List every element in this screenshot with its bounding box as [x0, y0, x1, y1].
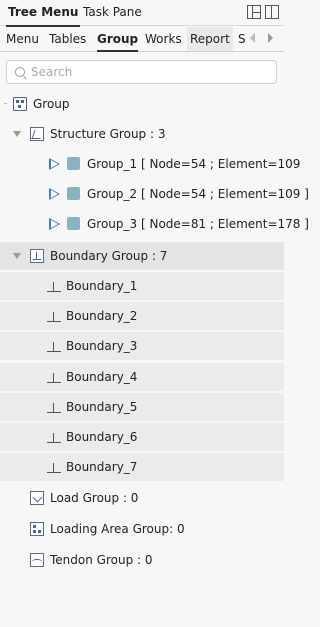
color-swatch: [67, 217, 80, 230]
search-icon: [15, 67, 25, 77]
scroll-left-icon[interactable]: [250, 33, 255, 43]
layout-icon[interactable]: [247, 5, 261, 19]
boundary-icon: [47, 370, 61, 384]
color-swatch: [67, 187, 80, 200]
group-icon: [13, 97, 27, 111]
tab-task-pane[interactable]: Task Pane: [83, 0, 142, 25]
tree-label: Boundary_6: [66, 430, 138, 444]
tree-label: Tendon Group : 0: [50, 553, 153, 567]
sub-tab-bar: Menu Tables Group Works Report S: [0, 27, 284, 52]
color-swatch: [67, 157, 80, 170]
tab-group[interactable]: Group: [97, 27, 139, 52]
tab-menu[interactable]: Menu: [6, 27, 39, 51]
tree-node-boundary-2[interactable]: Boundary_2: [0, 302, 284, 330]
tree-node-loading-area-group[interactable]: Loading Area Group: 0: [0, 515, 284, 543]
tree-label: Boundary Group : 7: [50, 249, 168, 263]
search-input[interactable]: [31, 63, 271, 81]
tree-label: Group: [33, 97, 70, 111]
tree-node-tendon-group[interactable]: Tendon Group : 0: [0, 546, 284, 574]
tree-node-boundary-5[interactable]: Boundary_5: [0, 393, 284, 421]
tree-node-group-3[interactable]: Group_3 [ Node=81 ; Element=178 ]: [0, 210, 309, 238]
structure-group-icon: [30, 127, 44, 141]
boundary-icon: [47, 339, 61, 353]
tab-overflow[interactable]: S: [238, 27, 246, 51]
tree-label: Structure Group : 3: [50, 127, 166, 141]
boundary-icon: [47, 309, 61, 323]
tab-works[interactable]: Works: [145, 27, 182, 51]
boundary-group-icon: [30, 249, 44, 263]
tree-label: Boundary_5: [66, 400, 138, 414]
search-box[interactable]: [6, 60, 277, 84]
tree-guide: [4, 103, 7, 104]
tree-node-boundary-6[interactable]: Boundary_6: [0, 423, 284, 451]
structure-icon: [49, 218, 60, 230]
tree-label: Group_3 [ Node=81 ; Element=178 ]: [87, 217, 309, 231]
expand-arrow-icon[interactable]: [13, 131, 21, 137]
tree-node-group[interactable]: Group: [0, 90, 284, 118]
title-bar: Tree Menu Task Pane: [0, 0, 284, 27]
boundary-icon: [47, 460, 61, 474]
tree-node-boundary-group[interactable]: Boundary Group : 7: [0, 242, 284, 270]
structure-icon: [49, 188, 60, 200]
tree-label: Boundary_3: [66, 339, 138, 353]
tree-node-boundary-3[interactable]: Boundary_3: [0, 332, 284, 360]
boundary-icon: [47, 400, 61, 414]
boundary-icon: [47, 430, 61, 444]
load-group-icon: [30, 491, 44, 505]
structure-icon: [49, 158, 60, 170]
tree-node-load-group[interactable]: Load Group : 0: [0, 484, 284, 512]
tree-label: Load Group : 0: [50, 491, 139, 505]
tab-tree-menu[interactable]: Tree Menu: [6, 0, 81, 27]
loading-area-group-icon: [30, 522, 44, 536]
tab-report[interactable]: Report: [187, 27, 233, 51]
tab-tables[interactable]: Tables: [49, 27, 86, 51]
tree-label: Group_1 [ Node=54 ; Element=109: [87, 157, 301, 171]
tree-node-group-1[interactable]: Group_1 [ Node=54 ; Element=109: [0, 150, 300, 178]
tree-node-group-2[interactable]: Group_2 [ Node=54 ; Element=109 ]: [0, 180, 309, 208]
tree-label: Loading Area Group: 0: [50, 522, 185, 536]
tree-node-structure-group[interactable]: Structure Group : 3: [0, 120, 284, 148]
tree-label: Group_2 [ Node=54 ; Element=109 ]: [87, 187, 309, 201]
tree-node-boundary-1[interactable]: Boundary_1: [0, 272, 284, 300]
tree-label: Boundary_1: [66, 279, 138, 293]
tree-node-boundary-7[interactable]: Boundary_7: [0, 453, 284, 481]
expand-arrow-icon[interactable]: [13, 253, 21, 259]
boundary-icon: [47, 279, 61, 293]
tendon-group-icon: [30, 553, 44, 567]
tree-node-boundary-4[interactable]: Boundary_4: [0, 363, 284, 391]
scroll-right-icon[interactable]: [268, 33, 273, 43]
tree-label: Boundary_7: [66, 460, 138, 474]
tree-label: Boundary_2: [66, 309, 138, 323]
tree-label: Boundary_4: [66, 370, 138, 384]
split-view-icon[interactable]: [265, 5, 279, 19]
